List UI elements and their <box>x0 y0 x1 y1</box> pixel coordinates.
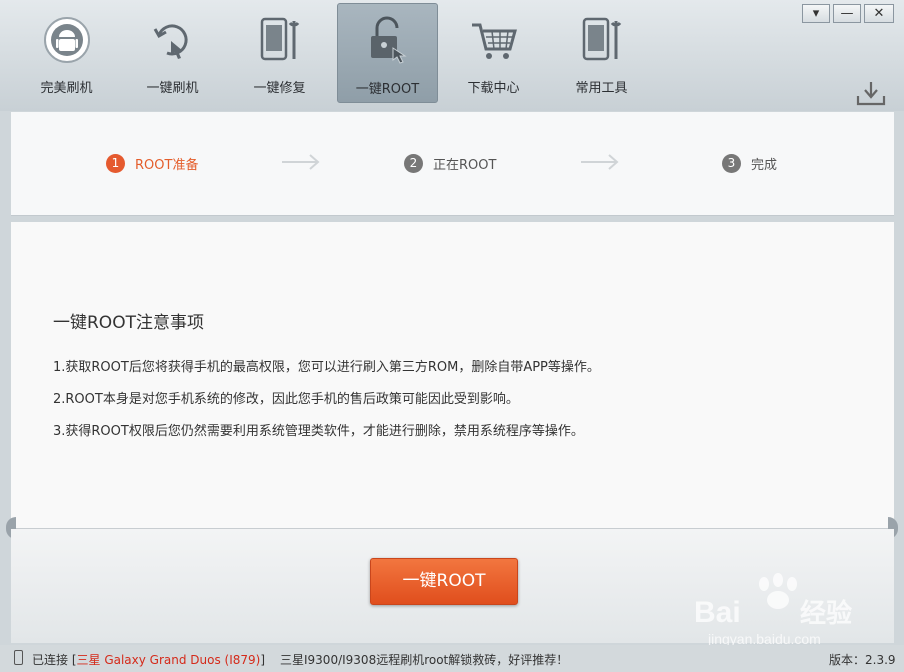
nav-download-center[interactable]: 下载中心 <box>443 3 544 103</box>
root-notes-panel: 一键ROOT注意事项 1.获取ROOT后您将获得手机的最高权限，您可以进行刷入第… <box>11 222 894 529</box>
shopping-cart-icon <box>472 23 517 59</box>
nav-common-tools[interactable]: 常用工具 <box>551 3 652 103</box>
unlock-icon <box>371 16 407 64</box>
phone-icon <box>14 650 23 665</box>
svg-text:经验: 经验 <box>800 598 852 628</box>
touch-refresh-icon <box>153 24 188 59</box>
step-prepare: 1 ROOT准备 <box>106 154 198 173</box>
status-bar: 已连接 [三星 Galaxy Grand Duos (I879)] 三星I930… <box>0 645 904 672</box>
phone-tools-icon <box>582 17 622 61</box>
root-progress-steps: 1 ROOT准备 2 正在ROOT 3 完成 <box>11 112 894 216</box>
phone-wrench-icon <box>260 17 300 61</box>
arrow-right-icon <box>282 154 320 170</box>
minimize-button[interactable]: — <box>833 4 861 23</box>
step-label: ROOT准备 <box>135 158 199 173</box>
nav-label: 一键修复 <box>253 81 306 96</box>
step-label: 完成 <box>751 158 778 173</box>
note-item: 2.ROOT本身是对您手机系统的修改，因此您手机的售后政策可能因此受到影响。 <box>53 392 519 407</box>
connection-prefix: 已连接 [ <box>32 653 77 667</box>
notes-title: 一键ROOT注意事项 <box>53 313 204 333</box>
svg-text:Bai: Bai <box>694 596 741 629</box>
step-number: 3 <box>722 154 741 173</box>
nav-label: 下载中心 <box>467 81 520 96</box>
top-nav-bar: 完美刷机 一键刷机 一键修复 一键ROOT 下载中心 常用工具 ▾ — ✕ <box>0 0 904 111</box>
step-number: 2 <box>404 154 423 173</box>
one-click-root-button[interactable]: 一键ROOT <box>370 558 518 605</box>
app-window: 完美刷机 一键刷机 一键修复 一键ROOT 下载中心 常用工具 ▾ — ✕ 1 … <box>0 0 904 672</box>
device-name: 三星 Galaxy Grand Duos (I879) <box>76 653 261 667</box>
nav-label: 完美刷机 <box>40 81 93 96</box>
nav-label: 一键ROOT <box>355 82 420 97</box>
step-number: 1 <box>106 154 125 173</box>
nav-label: 一键刷机 <box>146 81 199 96</box>
nav-label: 常用工具 <box>575 81 628 96</box>
arrow-right-icon <box>581 154 619 170</box>
step-rooting: 2 正在ROOT <box>404 154 496 173</box>
close-button[interactable]: ✕ <box>864 4 894 23</box>
connection-status: 已连接 [三星 Galaxy Grand Duos (I879)] <box>32 651 265 668</box>
note-item: 3.获得ROOT权限后您仍然需要利用系统管理类软件，才能进行删除，禁用系统程序等… <box>53 424 584 439</box>
connection-suffix: ] <box>260 653 266 667</box>
android-sync-icon <box>44 17 90 63</box>
step-label: 正在ROOT <box>433 158 497 173</box>
version-label: 版本：2.3.9 <box>829 653 896 667</box>
download-icon[interactable] <box>856 80 886 106</box>
step-complete: 3 完成 <box>722 154 777 173</box>
nav-perfect-flash[interactable]: 完美刷机 <box>16 3 117 103</box>
nav-one-click-root[interactable]: 一键ROOT <box>337 3 438 103</box>
baidu-jingyan-watermark: Bai 经验 jingyan.baidu.com <box>694 573 852 647</box>
nav-one-click-flash[interactable]: 一键刷机 <box>122 3 223 103</box>
menu-dropdown-button[interactable]: ▾ <box>802 4 830 23</box>
note-item: 1.获取ROOT后您将获得手机的最高权限，您可以进行刷入第三方ROM，删除自带A… <box>53 360 600 375</box>
promo-link[interactable]: 三星I9300/I9308远程刷机root解锁救砖，好评推荐！ <box>280 651 568 668</box>
nav-one-click-repair[interactable]: 一键修复 <box>229 3 330 103</box>
